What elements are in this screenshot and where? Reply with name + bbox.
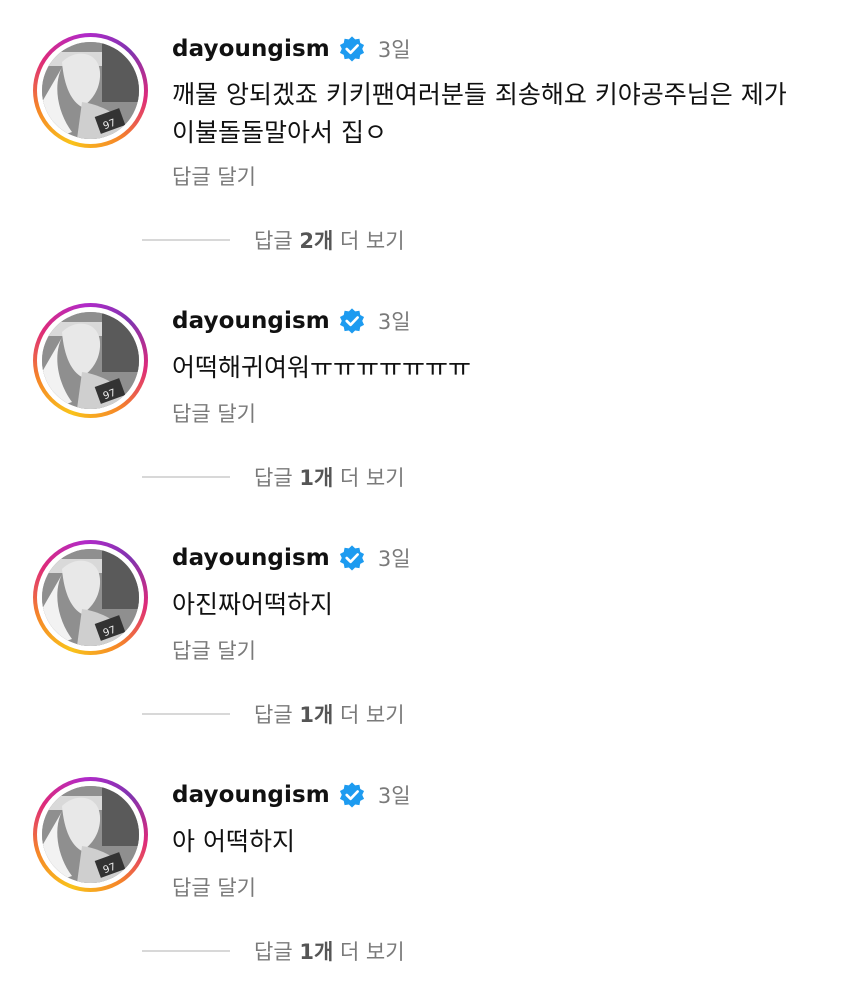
view-replies-suffix: 더 보기 <box>333 703 405 727</box>
avatar[interactable]: 97 <box>33 540 148 655</box>
avatar[interactable]: 97 <box>33 33 148 148</box>
view-replies-count: 1개 <box>299 703 334 727</box>
view-replies-prefix: 답글 <box>254 229 300 253</box>
comment-time: 3일 <box>377 38 411 62</box>
view-replies-count: 1개 <box>299 466 334 490</box>
verified-badge-icon <box>339 782 364 808</box>
comment-text: 깨물 앙되겠죠 키키팬여러분들 죄송해요 키야공주님은 제가 이불돌돌말아서 집… <box>172 80 787 147</box>
comment-text: 어떡해귀여워ㅠㅠㅠㅠㅠㅠㅠ <box>172 353 472 382</box>
view-replies-button[interactable]: 답글 1개 더 보기 <box>142 936 405 966</box>
view-replies-prefix: 답글 <box>254 703 300 727</box>
username[interactable]: dayoungism <box>172 782 330 808</box>
comment-time: 3일 <box>377 310 411 334</box>
divider-line <box>142 476 230 478</box>
avatar[interactable]: 97 <box>33 303 148 418</box>
comment-time: 3일 <box>377 547 411 571</box>
verified-badge-icon <box>339 36 364 62</box>
view-replies-count: 1개 <box>299 940 334 964</box>
divider-line <box>142 713 230 715</box>
verified-badge-icon <box>339 545 364 571</box>
view-replies-prefix: 답글 <box>254 940 300 964</box>
avatar-photo: 97 <box>42 549 139 646</box>
avatar-photo: 97 <box>42 42 139 139</box>
view-replies-button[interactable]: 답글 2개 더 보기 <box>142 225 405 255</box>
view-replies-button[interactable]: 답글 1개 더 보기 <box>142 462 405 492</box>
username[interactable]: dayoungism <box>172 36 330 62</box>
divider-line <box>142 239 230 241</box>
view-replies-prefix: 답글 <box>254 466 300 490</box>
view-replies-count: 2개 <box>299 229 334 253</box>
reply-button[interactable]: 답글 달기 <box>172 398 256 428</box>
comment-time: 3일 <box>377 784 411 808</box>
verified-badge-icon <box>339 308 364 334</box>
divider-line <box>142 950 230 952</box>
comment-text: 아진짜어떡하지 <box>172 590 334 619</box>
username[interactable]: dayoungism <box>172 545 330 571</box>
view-replies-suffix: 더 보기 <box>333 229 405 253</box>
avatar-photo: 97 <box>42 786 139 883</box>
username[interactable]: dayoungism <box>172 308 330 334</box>
reply-button[interactable]: 답글 달기 <box>172 161 256 191</box>
avatar[interactable]: 97 <box>33 777 148 892</box>
view-replies-button[interactable]: 답글 1개 더 보기 <box>142 699 405 729</box>
reply-button[interactable]: 답글 달기 <box>172 872 256 902</box>
view-replies-suffix: 더 보기 <box>333 466 405 490</box>
view-replies-suffix: 더 보기 <box>333 940 405 964</box>
comment-text: 아 어떡하지 <box>172 827 295 856</box>
avatar-photo: 97 <box>42 312 139 409</box>
reply-button[interactable]: 답글 달기 <box>172 635 256 665</box>
